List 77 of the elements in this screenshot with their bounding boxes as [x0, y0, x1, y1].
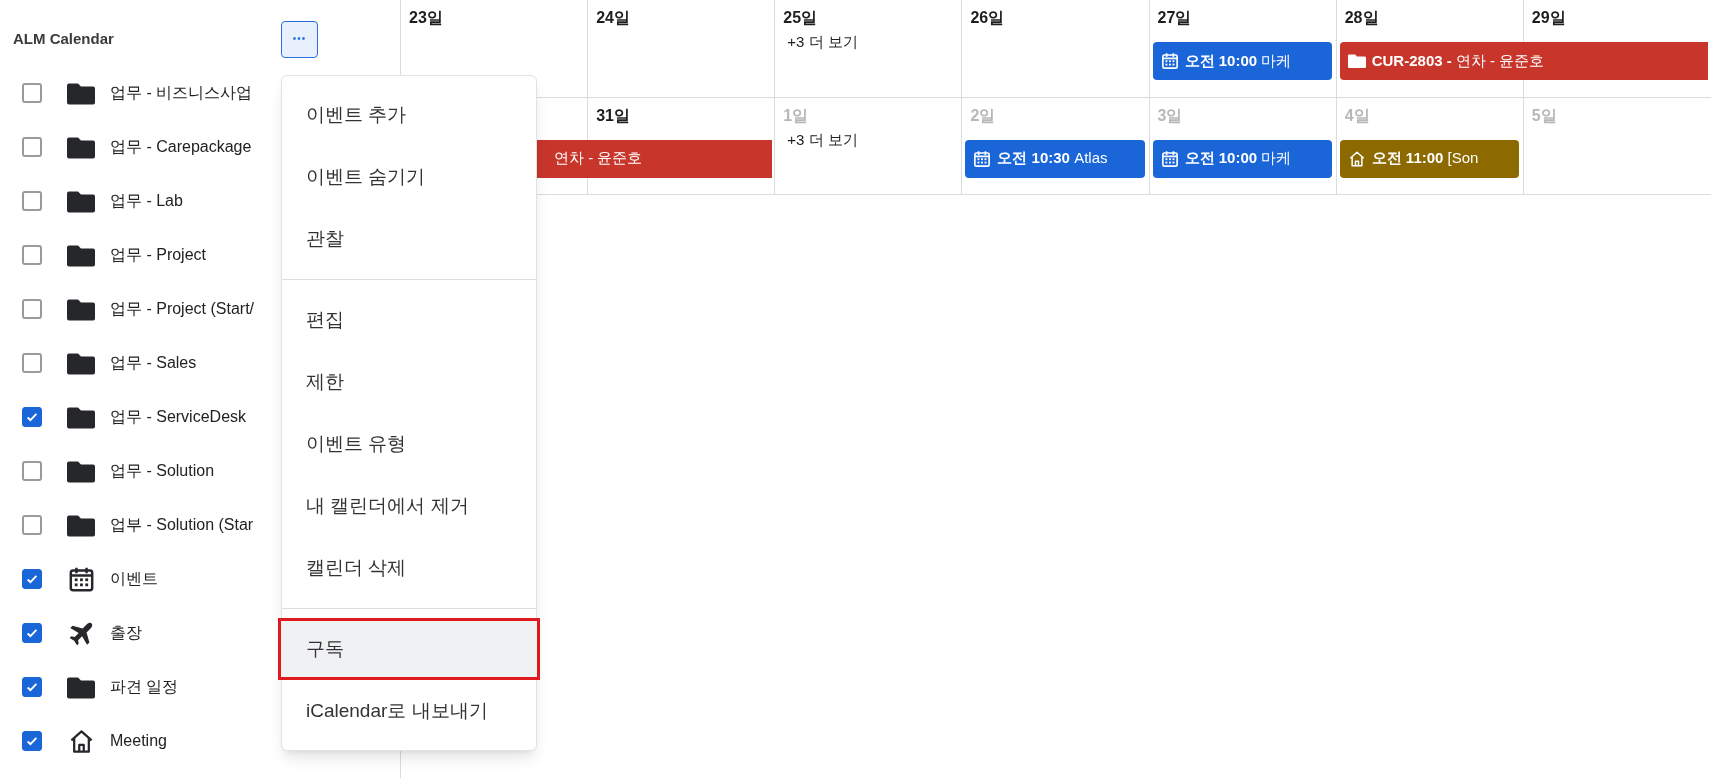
checkbox[interactable]	[22, 515, 42, 535]
more-events-link[interactable]: +3 더 보기	[787, 128, 858, 151]
more-button[interactable]: •••	[281, 20, 318, 58]
checkmark-icon	[25, 734, 39, 748]
folder-icon	[67, 297, 95, 321]
checkmark-icon	[25, 572, 39, 586]
checkbox[interactable]	[22, 191, 42, 211]
day-number: 4일	[1344, 106, 1370, 124]
day-number: 28일	[1344, 9, 1379, 26]
menu-item[interactable]: 이벤트 유형	[282, 413, 536, 475]
menu-item[interactable]: iCalendar로 내보내기	[282, 680, 536, 742]
menu-item[interactable]: 관찰	[282, 208, 536, 270]
checkbox[interactable]	[22, 623, 42, 643]
folder-icon	[67, 405, 95, 429]
calendar-label: 출장	[110, 623, 142, 643]
calendar-icon	[1160, 52, 1179, 70]
menu-item[interactable]: 캘린더 삭제	[282, 537, 536, 599]
folder-icon	[67, 135, 95, 159]
folder-icon	[67, 351, 95, 375]
calendar-label: 업무 - Carepackage	[110, 137, 252, 157]
calendar-label: 업무 - Project	[110, 245, 206, 265]
day-number: 1일	[783, 106, 809, 124]
checkbox[interactable]	[22, 461, 42, 481]
checkbox[interactable]	[22, 569, 42, 589]
day-number: 3일	[1157, 106, 1183, 124]
day-number: 23일	[409, 9, 443, 26]
timed-event[interactable]: 오전 10:00 마케	[1152, 42, 1332, 80]
checkmark-icon	[25, 410, 39, 424]
calendar-label: 업무 - 비즈니스사업	[110, 83, 253, 103]
checkbox[interactable]	[22, 245, 42, 265]
menu-item[interactable]: 제한	[282, 351, 536, 413]
checkbox[interactable]	[22, 353, 42, 373]
folder-icon	[67, 675, 95, 699]
calendar-label: 업무 - Sales	[110, 353, 197, 373]
day-number: 31일	[596, 106, 630, 124]
calendar-label: 업무 - Project (Start/	[110, 299, 255, 319]
checkbox[interactable]	[22, 83, 42, 103]
calendar-label: 업부 - Solution (Star	[110, 515, 254, 535]
checkbox[interactable]	[22, 299, 42, 319]
calendar-label: 업무 - ServiceDesk	[110, 407, 247, 427]
calendar-label: Meeting	[110, 731, 167, 751]
folder-icon	[67, 189, 95, 213]
menu-item[interactable]: 편집	[282, 289, 536, 351]
checkbox[interactable]	[22, 731, 42, 751]
checkmark-icon	[25, 626, 39, 640]
calendar-label: 파견 일정	[110, 677, 179, 697]
more-events-link[interactable]: +3 더 보기	[787, 31, 858, 54]
menu-item[interactable]: 내 캘린더에서 제거	[282, 475, 536, 537]
menu-item[interactable]: 구독	[278, 618, 540, 680]
calendar-icon	[973, 149, 992, 168]
checkbox[interactable]	[22, 677, 42, 697]
checkmark-icon	[25, 680, 39, 694]
checkbox[interactable]	[22, 407, 42, 427]
calendar-icon	[1160, 149, 1179, 168]
day-number: 2일	[970, 106, 996, 124]
folder-icon	[67, 513, 95, 537]
folder-icon	[67, 459, 95, 483]
timed-event[interactable]: 오전 11:00 [Son	[1339, 139, 1519, 178]
timed-event[interactable]: 오전 10:00 마케	[1152, 139, 1332, 178]
calendar-label: 업무 - Solution	[110, 461, 215, 481]
house-icon	[1347, 149, 1366, 168]
day-number: 27일	[1157, 9, 1192, 26]
day-number: 24일	[596, 9, 630, 26]
timed-event[interactable]: 오전 10:30 Atlas	[965, 139, 1145, 178]
calendar-label: 이벤트	[110, 569, 158, 589]
folder-icon	[1347, 52, 1366, 70]
all-day-event[interactable]: CUR-2803 - 연차 - 윤준호	[1339, 42, 1708, 80]
day-number: 26일	[970, 9, 1005, 26]
calendar-icon	[67, 565, 95, 593]
calendar-title: ALM Calendar	[13, 28, 114, 49]
day-number: 25일	[783, 9, 818, 26]
day-number: 5일	[1531, 106, 1557, 124]
day-number: 29일	[1531, 9, 1566, 26]
folder-icon	[67, 243, 95, 267]
checkbox[interactable]	[22, 137, 42, 157]
folder-icon	[67, 81, 95, 105]
calendar-label: 업무 - Lab	[110, 191, 183, 211]
